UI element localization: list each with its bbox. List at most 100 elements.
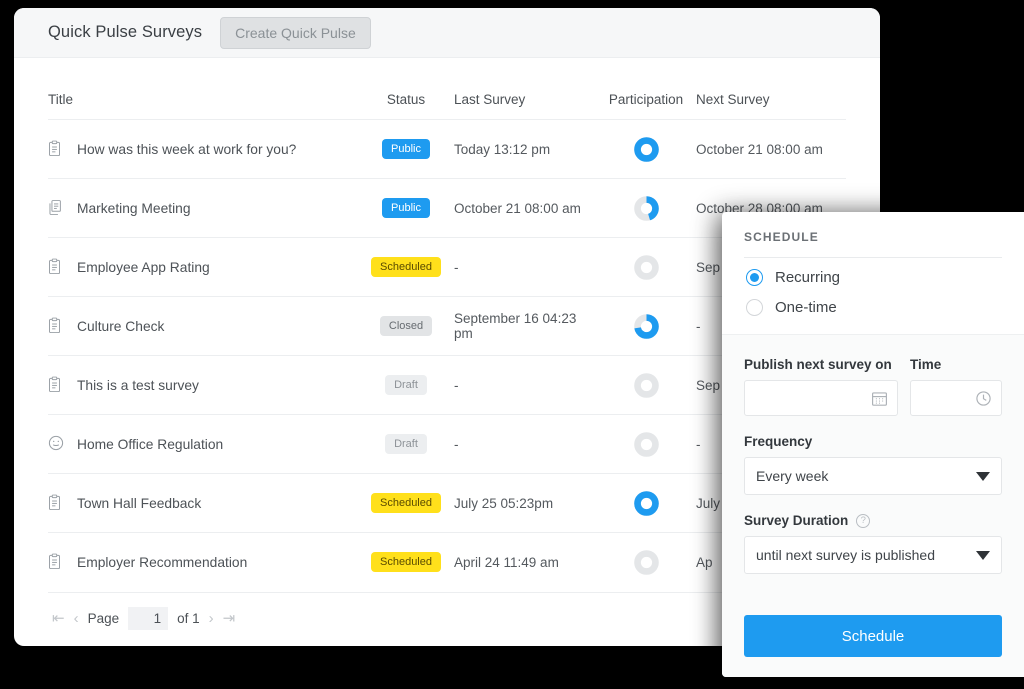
survey-title: Employer Recommendation [77,555,247,570]
cell-status: Public [358,179,454,238]
survey-title: Town Hall Feedback [77,496,201,511]
last-page-icon[interactable]: ⇥ [223,609,236,627]
participation-donut-icon [634,436,659,451]
table-row[interactable]: How was this week at work for you? Public… [48,120,846,179]
create-quick-pulse-button[interactable]: Create Quick Pulse [220,17,371,49]
cell-last-survey: July 25 05:23pm [454,474,596,533]
status-badge: Scheduled [371,257,441,277]
cell-last-survey: - [454,238,596,297]
card-header: Quick Pulse Surveys Create Quick Pulse [14,8,880,58]
column-header-status: Status [358,58,454,120]
status-badge: Draft [385,434,427,454]
table-head: Title Status Last Survey Participation N… [48,58,846,120]
cell-status: Scheduled [358,474,454,533]
cell-status: Scheduled [358,533,454,592]
cell-participation [596,297,696,356]
column-header-title: Title [48,58,358,120]
time-input[interactable] [910,380,1002,416]
frequency-group: Frequency Every week [744,434,1002,495]
cell-title: Employee App Rating [48,238,358,297]
cell-status: Scheduled [358,238,454,297]
help-icon[interactable]: ? [856,514,870,528]
next-page-icon[interactable]: › [209,610,214,627]
chevron-down-icon[interactable] [976,472,990,481]
status-badge: Draft [385,375,427,395]
clipboard-icon [48,140,63,158]
publish-date-label: Publish next survey on [744,357,898,380]
schedule-panel-top: SCHEDULE Recurring One-time [722,212,1024,318]
radio-icon-recurring[interactable] [746,269,763,286]
cell-last-survey: - [454,415,596,474]
publish-date-input[interactable] [744,380,898,416]
clipboard-icon [48,376,63,394]
cell-status: Draft [358,356,454,415]
schedule-submit-button[interactable]: Schedule [744,615,1002,657]
schedule-panel: SCHEDULE Recurring One-time Publish next… [722,212,1024,677]
participation-donut-icon [634,554,659,569]
clipboard-icon [48,317,63,335]
radio-label-recurring: Recurring [775,269,840,286]
column-header-next-survey: Next Survey [696,58,846,120]
cell-title: Home Office Regulation [48,415,358,474]
cell-participation [596,179,696,238]
first-page-icon[interactable]: ⇤ [52,609,65,627]
duration-label: Survey Duration ? [744,513,1002,536]
radio-label-one-time: One-time [775,299,837,316]
documents-icon [48,199,63,217]
duration-group: Survey Duration ? until next survey is p… [744,513,1002,574]
status-badge: Scheduled [371,552,441,572]
cell-title: Culture Check [48,297,358,356]
page-title: Quick Pulse Surveys [48,23,202,42]
cell-participation [596,120,696,179]
duration-label-text: Survey Duration [744,513,848,528]
cell-status: Public [358,120,454,179]
participation-donut-icon [634,141,659,156]
survey-title: Marketing Meeting [77,201,191,216]
table-header-row: Title Status Last Survey Participation N… [48,58,846,120]
cell-participation [596,356,696,415]
cell-participation [596,474,696,533]
column-header-last-survey: Last Survey [454,58,596,120]
clipboard-icon [48,494,63,512]
cell-last-survey: April 24 11:49 am [454,533,596,592]
screenshot-stage: Quick Pulse Surveys Create Quick Pulse T… [0,0,1024,689]
participation-donut-icon [634,259,659,274]
radio-option-recurring[interactable]: Recurring [744,258,1002,288]
survey-title: Home Office Regulation [77,437,223,452]
clipboard-icon [48,553,63,571]
radio-icon-one-time[interactable] [746,299,763,316]
time-label: Time [910,357,1002,380]
status-badge: Public [382,139,430,159]
schedule-panel-footer: Schedule [722,615,1024,677]
date-time-row: Publish next survey on [744,357,1002,416]
survey-title: This is a test survey [77,378,199,393]
schedule-section-label: SCHEDULE [744,230,1002,257]
column-header-participation: Participation [596,58,696,120]
pagination-page-input[interactable]: 1 [128,607,168,630]
cell-title: Marketing Meeting [48,179,358,238]
duration-select[interactable]: until next survey is published [744,536,1002,574]
pagination-page-label: Page [88,611,120,626]
chevron-down-icon[interactable] [976,551,990,560]
frequency-select[interactable]: Every week [744,457,1002,495]
cell-title: This is a test survey [48,356,358,415]
survey-title: Culture Check [77,319,164,334]
survey-title: Employee App Rating [77,260,210,275]
participation-donut-icon [634,377,659,392]
clock-icon[interactable] [975,390,992,407]
cell-next-survey: October 21 08:00 am [696,120,846,179]
previous-page-icon[interactable]: ‹ [74,610,79,627]
time-group: Time [910,357,1002,416]
publish-date-group: Publish next survey on [744,357,898,416]
cell-participation [596,533,696,592]
cell-title: How was this week at work for you? [48,120,358,179]
participation-donut-icon [634,318,659,333]
status-badge: Public [382,198,430,218]
cell-last-survey: Today 13:12 pm [454,120,596,179]
schedule-panel-body: Publish next survey on [722,334,1024,615]
calendar-icon[interactable] [871,390,888,407]
radio-option-one-time[interactable]: One-time [744,288,1002,318]
cell-last-survey: - [454,356,596,415]
survey-title: How was this week at work for you? [77,142,296,157]
status-badge: Closed [380,316,432,336]
